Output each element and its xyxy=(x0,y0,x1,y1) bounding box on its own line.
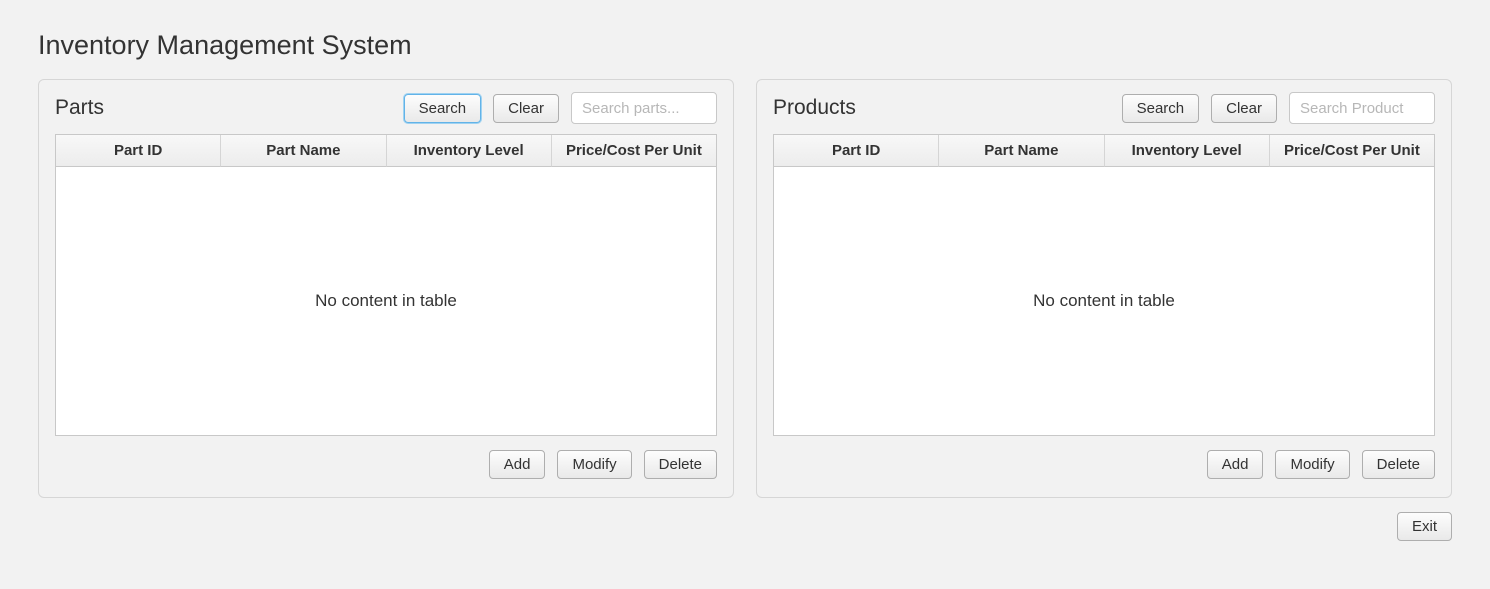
parts-title: Parts xyxy=(55,96,104,120)
parts-search-button[interactable]: Search xyxy=(404,94,482,123)
parts-col-part-id[interactable]: Part ID xyxy=(56,135,221,167)
parts-col-price[interactable]: Price/Cost Per Unit xyxy=(552,135,716,167)
products-col-price[interactable]: Price/Cost Per Unit xyxy=(1270,135,1434,167)
parts-delete-button[interactable]: Delete xyxy=(644,450,717,479)
parts-modify-button[interactable]: Modify xyxy=(557,450,631,479)
products-clear-button[interactable]: Clear xyxy=(1211,94,1277,123)
products-search-button[interactable]: Search xyxy=(1122,94,1200,123)
parts-search-input[interactable] xyxy=(571,92,717,124)
products-title: Products xyxy=(773,96,856,120)
parts-table-body: No content in table xyxy=(56,167,716,435)
products-col-inventory-level[interactable]: Inventory Level xyxy=(1105,135,1270,167)
products-empty-message: No content in table xyxy=(1033,291,1175,311)
parts-col-inventory-level[interactable]: Inventory Level xyxy=(387,135,552,167)
products-table: Part ID Part Name Inventory Level Price/… xyxy=(773,134,1435,436)
products-add-button[interactable]: Add xyxy=(1207,450,1264,479)
exit-button[interactable]: Exit xyxy=(1397,512,1452,541)
products-table-body: No content in table xyxy=(774,167,1434,435)
products-col-part-id[interactable]: Part ID xyxy=(774,135,939,167)
parts-clear-button[interactable]: Clear xyxy=(493,94,559,123)
products-col-part-name[interactable]: Part Name xyxy=(939,135,1104,167)
parts-table: Part ID Part Name Inventory Level Price/… xyxy=(55,134,717,436)
parts-col-part-name[interactable]: Part Name xyxy=(221,135,386,167)
page-title: Inventory Management System xyxy=(38,30,1452,61)
parts-empty-message: No content in table xyxy=(315,291,457,311)
parts-panel: Parts Search Clear Part ID Part Name Inv… xyxy=(38,79,734,498)
products-delete-button[interactable]: Delete xyxy=(1362,450,1435,479)
products-panel: Products Search Clear Part ID Part Name … xyxy=(756,79,1452,498)
parts-add-button[interactable]: Add xyxy=(489,450,546,479)
products-search-input[interactable] xyxy=(1289,92,1435,124)
products-modify-button[interactable]: Modify xyxy=(1275,450,1349,479)
